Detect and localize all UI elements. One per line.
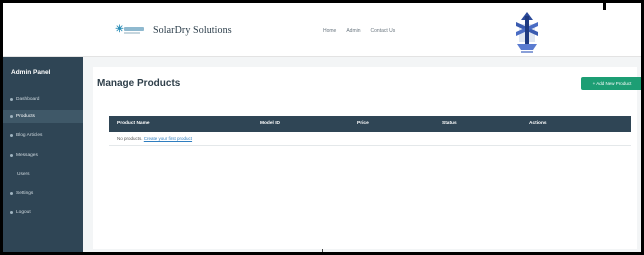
frame-notch	[604, 0, 644, 3]
frame-tick	[603, 0, 606, 10]
window-frame	[0, 0, 644, 255]
